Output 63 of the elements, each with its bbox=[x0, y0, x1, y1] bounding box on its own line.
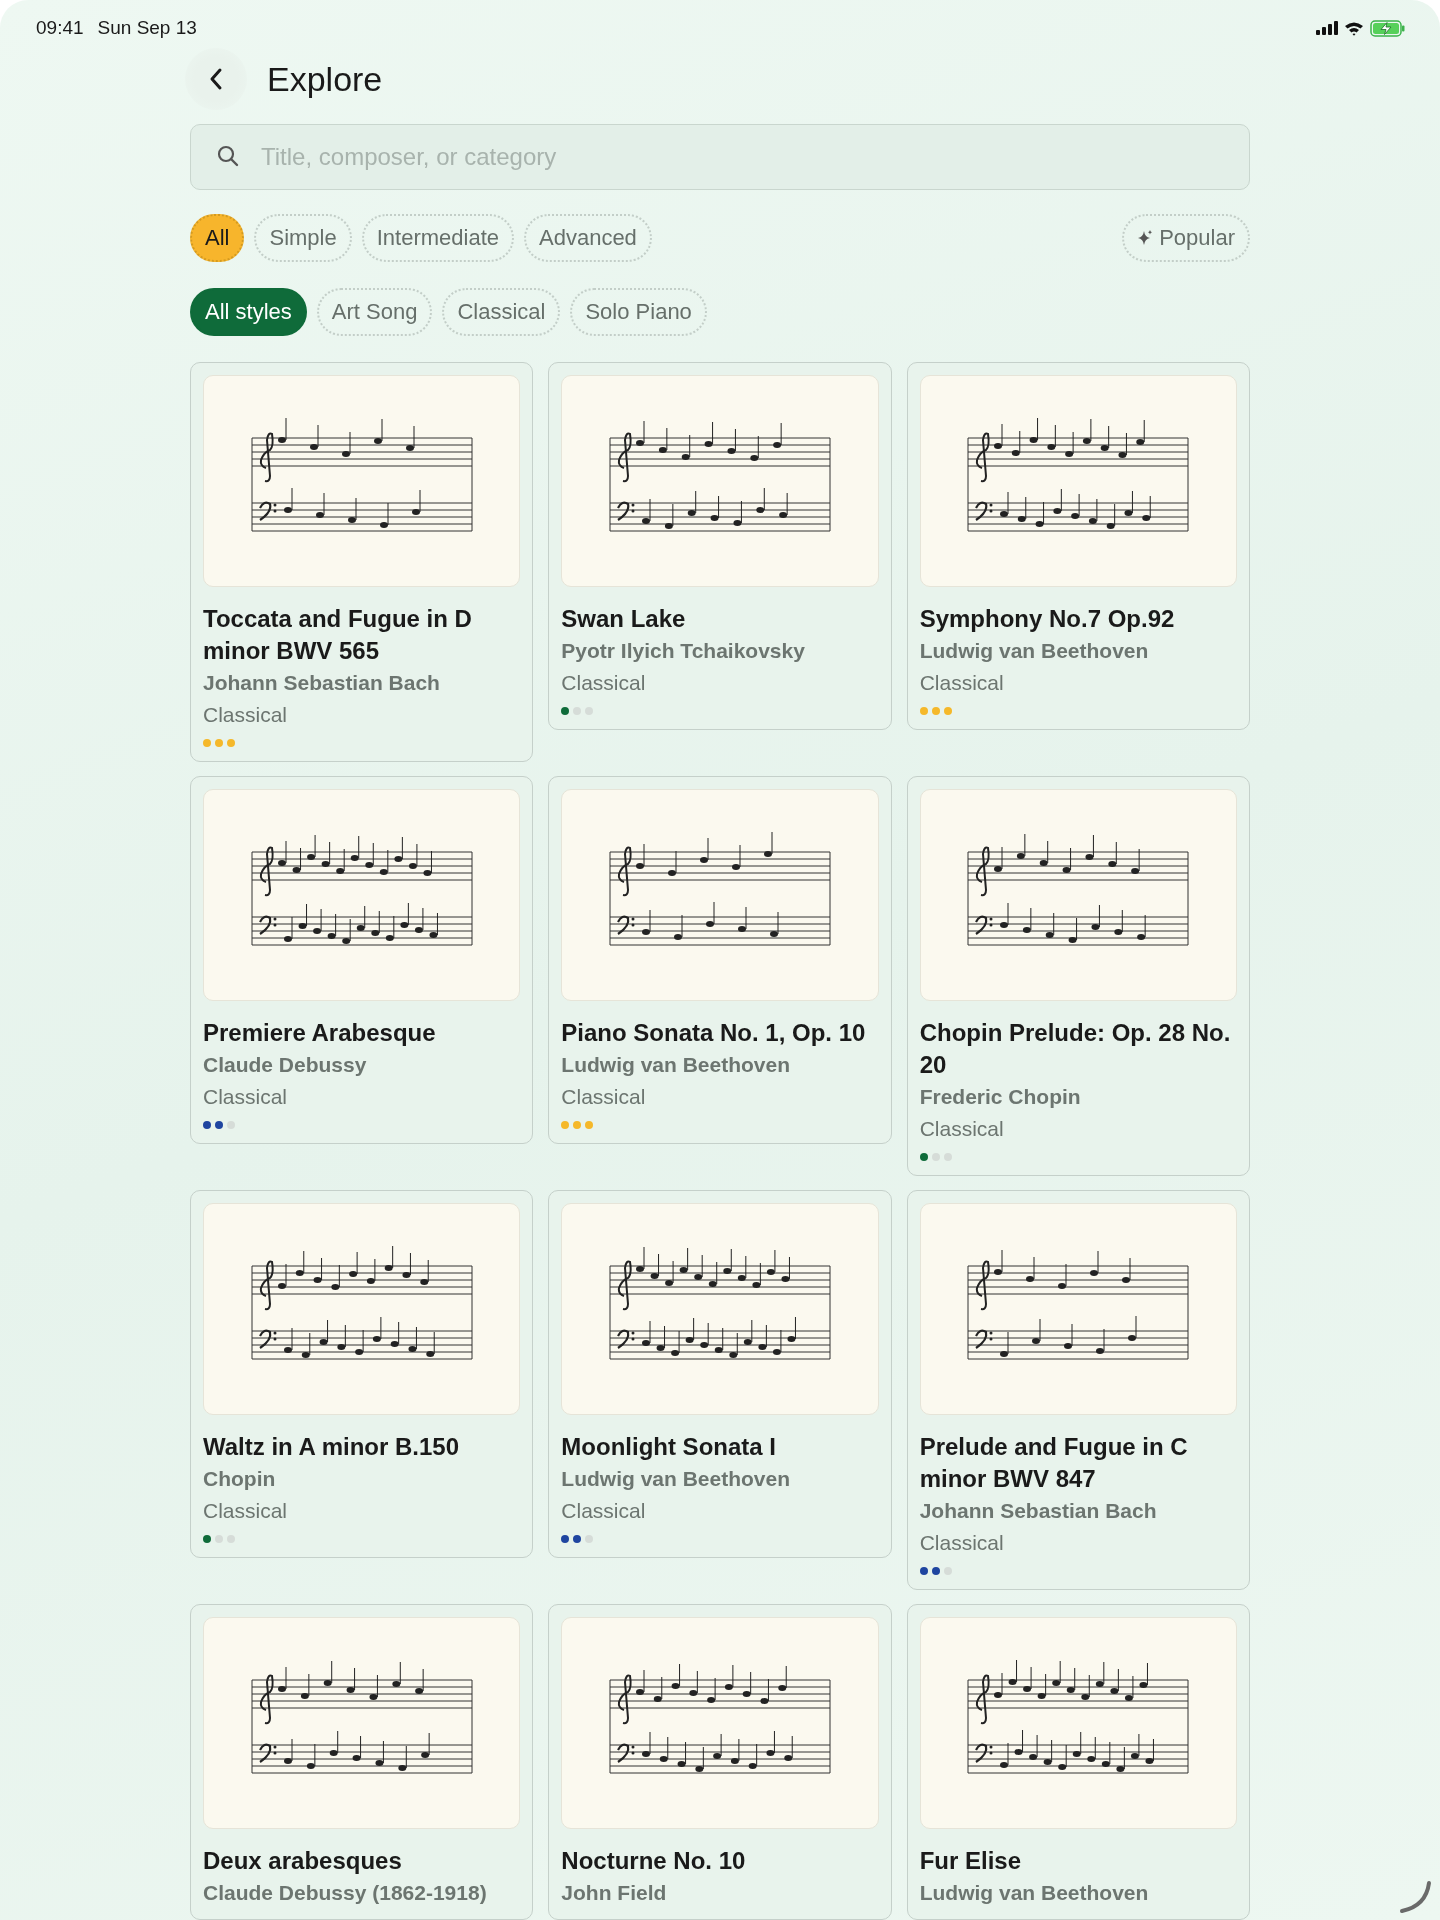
composer-name: Johann Sebastian Bach bbox=[203, 671, 441, 695]
battery-charging-icon bbox=[1370, 19, 1406, 37]
piece-title: Prelude and Fugue in C minor BWV 847 bbox=[919, 1432, 1189, 1494]
composer-name: Ludwig van Beethoven bbox=[561, 1053, 792, 1077]
piece-card[interactable]: Symphony No.7 Op.92 Ludwig van Beethoven Classical bbox=[906, 362, 1250, 730]
piece-title: Fur Elise bbox=[919, 1846, 1023, 1876]
difficulty-filter-chip[interactable]: All bbox=[190, 214, 245, 262]
signal-icon bbox=[1316, 21, 1338, 35]
composer-name: John Field bbox=[561, 1881, 668, 1905]
composer-name: Ludwig van Beethoven bbox=[919, 1881, 1150, 1905]
status-date: Sun Sep 13 bbox=[97, 17, 197, 39]
difficulty-filter-chip[interactable]: Simple bbox=[254, 214, 352, 262]
piece-card[interactable]: Premiere Arabesque Claude Debussy Classical bbox=[190, 776, 534, 1144]
category-label: Classical bbox=[561, 1085, 647, 1109]
category-label: Classical bbox=[561, 1499, 647, 1523]
category-label: Classical bbox=[203, 1499, 289, 1523]
piece-card[interactable]: Prelude and Fugue in C minor BWV 847 Johann Sebastian Bach Classical bbox=[906, 1190, 1250, 1590]
style-filter-chip[interactable]: Art Song bbox=[316, 288, 433, 336]
piece-title: Swan Lake bbox=[561, 604, 687, 634]
piece-title: Nocturne No. 10 bbox=[561, 1846, 747, 1876]
category-label: Classical bbox=[919, 671, 1005, 695]
piece-card[interactable]: Toccata and Fugue in D minor BWV 565 Johann Sebastian Bach Classical bbox=[190, 362, 534, 762]
arc-icon bbox=[1398, 1880, 1432, 1914]
piece-card[interactable]: Fur Elise Ludwig van Beethoven bbox=[906, 1604, 1250, 1920]
category-label: Classical bbox=[203, 1085, 289, 1109]
piece-card[interactable]: Moonlight Sonata I Ludwig van Beethoven Classical bbox=[548, 1190, 892, 1558]
status-time: 09:41 bbox=[36, 17, 84, 39]
difficulty-filter-chip[interactable]: Intermediate bbox=[361, 214, 514, 262]
composer-name: Frederic Chopin bbox=[919, 1085, 1082, 1109]
piece-card[interactable]: Chopin Prelude: Op. 28 No. 20 Frederic Chopin Classical bbox=[906, 776, 1250, 1176]
style-filter-chip[interactable]: All styles bbox=[190, 288, 307, 336]
back-icon bbox=[209, 67, 223, 91]
piece-card[interactable]: Nocturne No. 10 John Field bbox=[548, 1604, 892, 1920]
piece-title: Premiere Arabesque bbox=[203, 1018, 437, 1048]
piece-title: Moonlight Sonata I bbox=[561, 1432, 777, 1462]
popular-sort-button[interactable]: Popular bbox=[1122, 214, 1250, 262]
page-title: Explore bbox=[267, 59, 383, 99]
piece-title: Chopin Prelude: Op. 28 No. 20 bbox=[919, 1018, 1232, 1080]
composer-name: Ludwig van Beethoven bbox=[919, 639, 1150, 663]
composer-name: Chopin bbox=[203, 1467, 277, 1491]
wifi-icon bbox=[1344, 20, 1364, 36]
category-label: Classical bbox=[561, 671, 647, 695]
category-label: Classical bbox=[919, 1531, 1005, 1555]
piece-card[interactable]: Piano Sonata No. 1, Op. 10 Ludwig van Beethoven Classical bbox=[548, 776, 892, 1144]
piece-title: Symphony No.7 Op.92 bbox=[919, 604, 1176, 634]
piece-title: Waltz in A minor B.150 bbox=[203, 1432, 461, 1462]
search-field[interactable]: Title, composer, or category bbox=[190, 124, 1250, 190]
style-filter-chip[interactable]: Solo Piano bbox=[570, 288, 707, 336]
composer-name: Claude Debussy (1862-1918) bbox=[203, 1881, 488, 1905]
difficulty-filter-chip[interactable]: Advanced bbox=[524, 214, 652, 262]
piece-title: Toccata and Fugue in D minor BWV 565 bbox=[203, 604, 473, 666]
piece-title: Deux arabesques bbox=[203, 1846, 403, 1876]
style-filter-chip[interactable]: Classical bbox=[442, 288, 561, 336]
piece-title: Piano Sonata No. 1, Op. 10 bbox=[561, 1018, 867, 1048]
category-label: Classical bbox=[919, 1117, 1005, 1141]
composer-name: Johann Sebastian Bach bbox=[919, 1499, 1158, 1523]
composer-name: Claude Debussy bbox=[203, 1053, 368, 1077]
piece-card[interactable]: Deux arabesques Claude Debussy (1862-1918) bbox=[190, 1604, 534, 1920]
composer-name: Pyotr Ilyich Tchaikovsky bbox=[561, 639, 806, 663]
composer-name: Ludwig van Beethoven bbox=[561, 1467, 792, 1491]
piece-card[interactable]: Waltz in A minor B.150 Chopin Classical bbox=[190, 1190, 534, 1558]
piece-card[interactable]: Swan Lake Pyotr Ilyich Tchaikovsky Classical bbox=[548, 362, 892, 730]
category-label: Classical bbox=[203, 703, 289, 727]
